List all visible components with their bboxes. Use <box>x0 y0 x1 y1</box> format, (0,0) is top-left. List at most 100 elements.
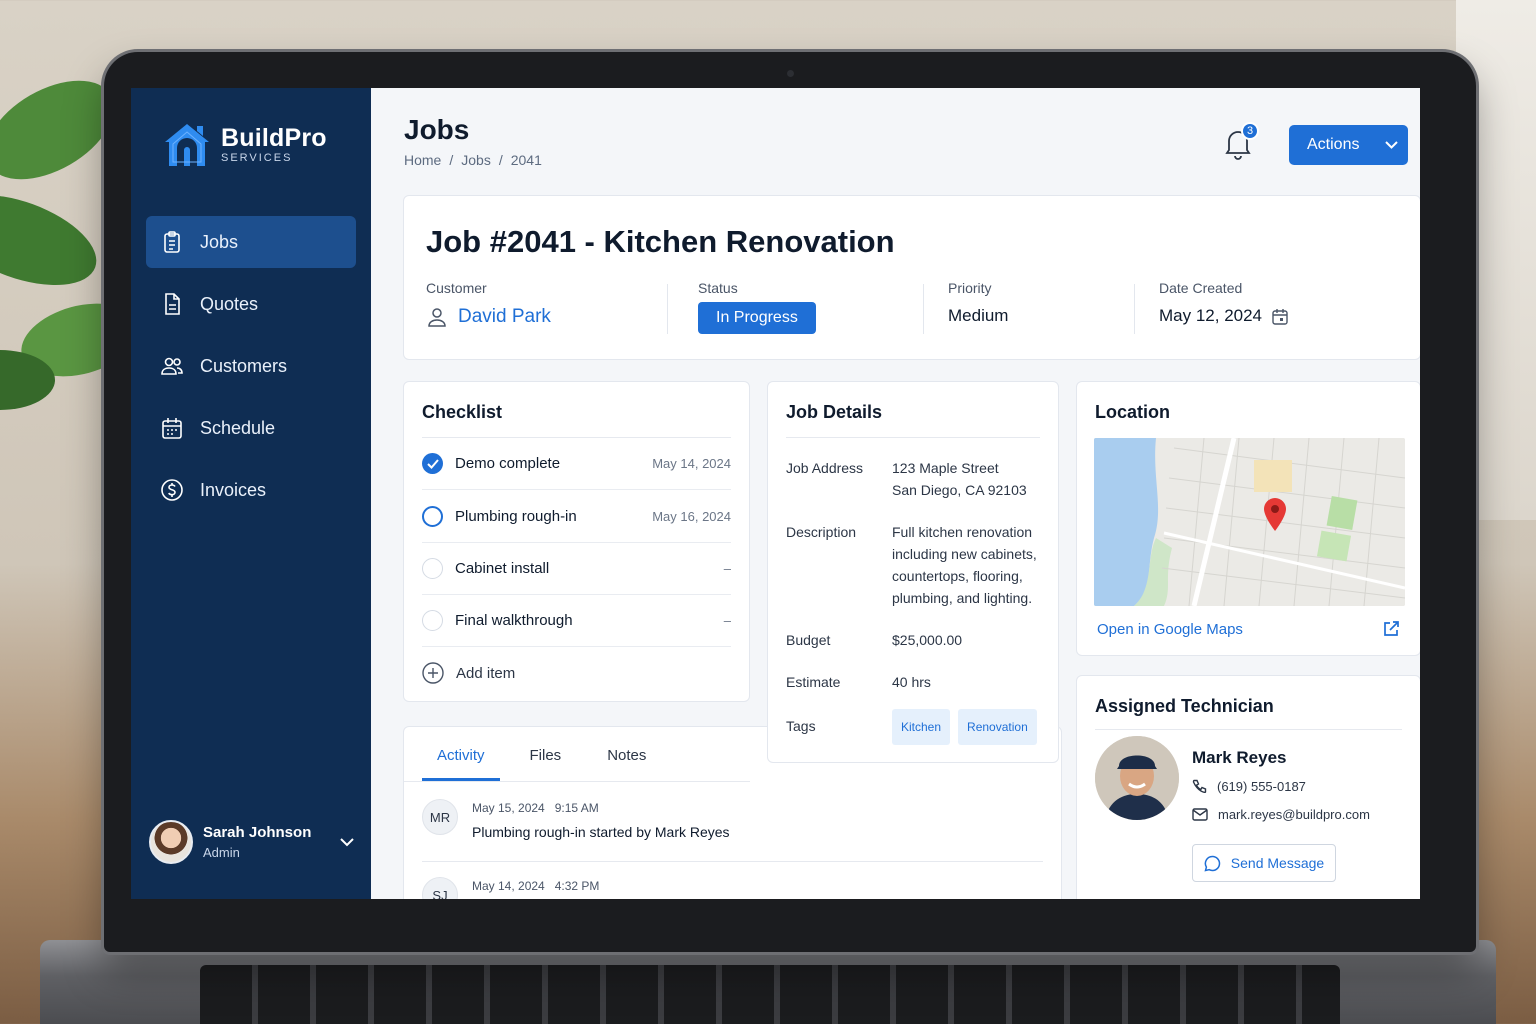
tab-underline <box>404 781 750 782</box>
breadcrumb-current: 2041 <box>510 152 542 168</box>
sidebar-nav: Jobs Quotes Customers Schedule Invoices <box>146 216 356 526</box>
activity-time: 9:15 AM <box>554 801 599 815</box>
map-view[interactable] <box>1094 438 1405 606</box>
divider <box>667 284 668 334</box>
technician-title: Assigned Technician <box>1095 696 1274 716</box>
checklist-item-label: Demo complete <box>455 455 561 472</box>
date-created-field: Date Created May 12, 2024 <box>1159 280 1288 326</box>
detail-tags: Tags Kitchen Renovation <box>786 709 1045 745</box>
checklist-item-date: – <box>723 613 731 628</box>
users-icon <box>161 357 183 375</box>
check-icon <box>426 458 439 469</box>
checked-checkbox[interactable] <box>422 453 443 474</box>
tag-chip[interactable]: Renovation <box>958 709 1037 745</box>
house-logo-icon <box>165 124 209 166</box>
page-title: Jobs <box>404 114 470 145</box>
description-value: Full kitchen renovation including new ca… <box>892 524 1037 606</box>
chevron-down-icon <box>1385 141 1399 149</box>
status-field: Status In Progress <box>698 280 816 334</box>
checklist-item[interactable]: Final walkthrough – <box>422 595 731 647</box>
checkbox[interactable] <box>422 610 443 631</box>
activity-avatar: SJ <box>422 877 458 899</box>
checklist-item[interactable]: Demo complete May 14, 2024 <box>422 438 731 490</box>
laptop-keys <box>200 965 1340 1024</box>
breadcrumb-home[interactable]: Home <box>404 152 441 168</box>
checkbox[interactable] <box>422 506 443 527</box>
detail-label: Estimate <box>786 674 841 690</box>
status-badge[interactable]: In Progress <box>698 302 816 334</box>
checklist-item-date: May 14, 2024 <box>652 456 731 471</box>
activity-avatar: MR <box>422 799 458 835</box>
user-menu[interactable]: Sarah Johnson Admin <box>149 820 359 864</box>
email-value: mark.reyes@buildpro.com <box>1218 807 1370 822</box>
activity-date: May 14, 2024 <box>472 879 545 893</box>
sidebar-item-label: Invoices <box>200 479 267 500</box>
external-link-icon[interactable] <box>1382 620 1400 638</box>
app-screen: BuildPro SERVICES Jobs Quotes Customers … <box>131 88 1420 899</box>
checklist-item-label: Plumbing rough-in <box>455 508 577 525</box>
detail-label: Tags <box>786 718 816 734</box>
checkbox[interactable] <box>422 558 443 579</box>
technician-email[interactable]: mark.reyes@buildpro.com <box>1192 807 1370 822</box>
budget-value: $25,000.00 <box>892 632 963 648</box>
actions-button[interactable]: Actions <box>1289 125 1408 165</box>
detail-address: Job Address 123 Maple Street San Diego, … <box>786 460 1027 501</box>
priority-field: Priority Medium <box>948 280 1008 326</box>
calendar-icon <box>162 418 182 439</box>
divider <box>1095 729 1402 730</box>
sidebar-item-label: Customers <box>200 355 288 376</box>
tag-chip[interactable]: Kitchen <box>892 709 951 745</box>
detail-label: Job Address <box>786 460 864 476</box>
mail-icon <box>1192 808 1208 821</box>
customer-link[interactable]: David Park <box>458 306 551 328</box>
breadcrumb-jobs[interactable]: Jobs <box>461 152 491 168</box>
address-line2: San Diego, CA 92103 <box>892 482 1027 498</box>
notification-badge: 3 <box>1241 122 1259 140</box>
location-title: Location <box>1095 402 1170 422</box>
brand-name: BuildPro <box>221 124 327 152</box>
detail-budget: Budget $25,000.00 <box>786 632 962 651</box>
calendar-icon[interactable] <box>1272 308 1288 325</box>
user-name: Sarah Johnson <box>203 824 312 841</box>
estimate-value: 40 hrs <box>892 674 931 690</box>
date-label: Date Created <box>1159 280 1243 296</box>
sidebar-item-jobs[interactable]: Jobs <box>146 216 356 268</box>
checklist-item[interactable]: Cabinet install – <box>422 543 731 595</box>
activity-date: May 15, 2024 <box>472 801 545 815</box>
add-item-button[interactable]: Add item <box>422 662 515 684</box>
send-message-button[interactable]: Send Message <box>1192 844 1336 882</box>
brand-logo[interactable]: BuildPro SERVICES <box>163 122 327 168</box>
status-label: Status <box>698 280 738 296</box>
sidebar-item-quotes[interactable]: Quotes <box>146 278 356 330</box>
phone-icon <box>1192 779 1207 793</box>
priority-value: Medium <box>948 306 1009 325</box>
webcam <box>787 70 794 77</box>
plus-circle-icon <box>422 662 444 684</box>
technician-name: Mark Reyes <box>1192 748 1287 767</box>
chevron-down-icon[interactable] <box>339 837 355 847</box>
tab-activity[interactable]: Activity <box>422 727 500 781</box>
checklist-item-label: Final walkthrough <box>455 612 573 629</box>
sidebar-item-customers[interactable]: Customers <box>146 340 356 392</box>
checklist-item[interactable]: Plumbing rough-in May 16, 2024 <box>422 491 731 543</box>
sidebar-item-label: Jobs <box>200 231 239 252</box>
technician-portrait <box>1095 736 1179 820</box>
clipboard-icon <box>164 231 180 253</box>
detail-label: Budget <box>786 632 831 648</box>
dollar-icon <box>161 479 183 501</box>
map-graphic <box>1094 438 1405 606</box>
job-details-card: Job Details Job Address 123 Maple Street… <box>767 381 1059 763</box>
technician-phone[interactable]: (619) 555-0187 <box>1192 779 1306 794</box>
activity-tabs: Activity Files Notes <box>422 727 661 781</box>
sidebar-item-schedule[interactable]: Schedule <box>146 402 356 454</box>
brand-subtitle: SERVICES <box>221 152 293 164</box>
tab-files[interactable]: Files <box>500 727 592 781</box>
sidebar-item-label: Schedule <box>200 417 276 438</box>
priority-label: Priority <box>948 280 992 296</box>
sidebar-item-invoices[interactable]: Invoices <box>146 464 356 516</box>
open-in-google-maps-link[interactable]: Open in Google Maps <box>1097 621 1243 638</box>
tab-notes[interactable]: Notes <box>591 727 661 781</box>
document-icon <box>165 293 180 315</box>
activity-entry: MR May 15, 2024 9:15 AM Plumbing rough-i… <box>422 799 730 840</box>
send-message-label: Send Message <box>1230 855 1325 871</box>
